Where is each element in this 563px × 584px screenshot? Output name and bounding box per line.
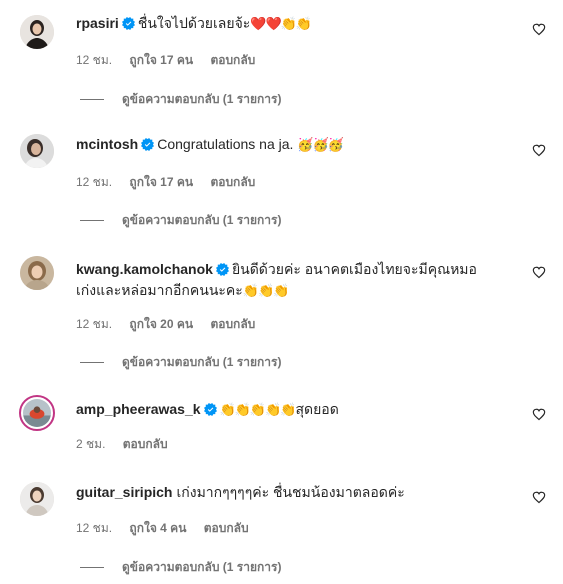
like-heart-icon[interactable] [532, 22, 546, 36]
view-replies-button[interactable]: ดูข้อความตอบกลับ (1 รายการ) [80, 212, 281, 228]
verified-badge-icon [122, 17, 135, 30]
avatar[interactable] [20, 134, 54, 168]
likes-count[interactable]: ถูกใจ 17 คน [129, 175, 193, 189]
username[interactable]: rpasiri [76, 15, 119, 31]
comment-time: 12 ชม. [76, 317, 113, 331]
reply-button[interactable]: ตอบกลับ [210, 317, 255, 331]
avatar[interactable] [20, 482, 54, 516]
reply-button[interactable]: ตอบกลับ [123, 437, 168, 451]
view-replies-label: ดูข้อความตอบกลับ (1 รายการ) [122, 355, 282, 369]
replies-divider [80, 220, 104, 222]
comment-time: 2 ชม. [76, 437, 106, 451]
comment-time: 12 ชม. [76, 175, 113, 189]
comment-emoji: 👏👏👏 [242, 283, 290, 298]
replies-divider [80, 567, 104, 569]
replies-divider [80, 362, 104, 364]
comment-time: 12 ชม. [76, 521, 113, 535]
verified-badge-icon [141, 138, 154, 151]
comment-text: ชื่นใจไปด้วยเลยจ้ะ [137, 15, 251, 31]
username[interactable]: amp_pheerawas_k [76, 401, 201, 417]
username[interactable]: kwang.kamolchanok [76, 261, 213, 277]
reply-button[interactable]: ตอบกลับ [210, 53, 255, 67]
comment-emoji: 🥳🥳🥳 [297, 137, 344, 152]
comment-text-line2: เก่งและหล่อมากอีกคนนะคะ [76, 282, 243, 298]
replies-divider [80, 99, 104, 101]
reply-button[interactable]: ตอบกลับ [204, 521, 249, 535]
comment-emoji: ❤️❤️👏👏 [250, 16, 312, 31]
like-heart-icon[interactable] [532, 407, 546, 421]
reply-button[interactable]: ตอบกลับ [210, 175, 255, 189]
likes-count[interactable]: ถูกใจ 20 คน [129, 317, 193, 331]
view-replies-button[interactable]: ดูข้อความตอบกลับ (1 รายการ) [80, 91, 281, 107]
verified-badge-icon [204, 403, 217, 416]
username[interactable]: mcintosh [76, 136, 138, 152]
username[interactable]: guitar_siripich [76, 484, 172, 500]
view-replies-button[interactable]: ดูข้อความตอบกลับ (1 รายการ) [80, 559, 281, 575]
avatar[interactable] [20, 15, 54, 49]
avatar[interactable] [20, 256, 54, 290]
comment-time: 12 ชม. [76, 53, 113, 67]
view-replies-label: ดูข้อความตอบกลับ (1 รายการ) [122, 92, 282, 106]
comment-text: เก่งมากๆๆๆๆค่ะ ชื่นชมน้องมาตลอดค่ะ [176, 484, 405, 500]
like-heart-icon[interactable] [532, 265, 546, 279]
view-replies-label: ดูข้อความตอบกลับ (1 รายการ) [122, 560, 282, 574]
verified-badge-icon [216, 263, 229, 276]
view-replies-label: ดูข้อความตอบกลับ (1 รายการ) [122, 213, 282, 227]
avatar[interactable] [19, 395, 55, 431]
view-replies-button[interactable]: ดูข้อความตอบกลับ (1 รายการ) [80, 354, 281, 370]
like-heart-icon[interactable] [532, 143, 546, 157]
comment-text: Congratulations na ja. [157, 136, 294, 152]
comment-emoji: 👏👏👏👏👏 [219, 402, 297, 417]
likes-count[interactable]: ถูกใจ 17 คน [129, 53, 193, 67]
likes-count[interactable]: ถูกใจ 4 คน [129, 521, 186, 535]
comment-text: สุดยอด [295, 401, 339, 417]
comment-text-line1: ยินดีด้วยค่ะ อนาคตเมืองไทยจะมีคุณหมอ [231, 261, 477, 277]
like-heart-icon[interactable] [532, 490, 546, 504]
